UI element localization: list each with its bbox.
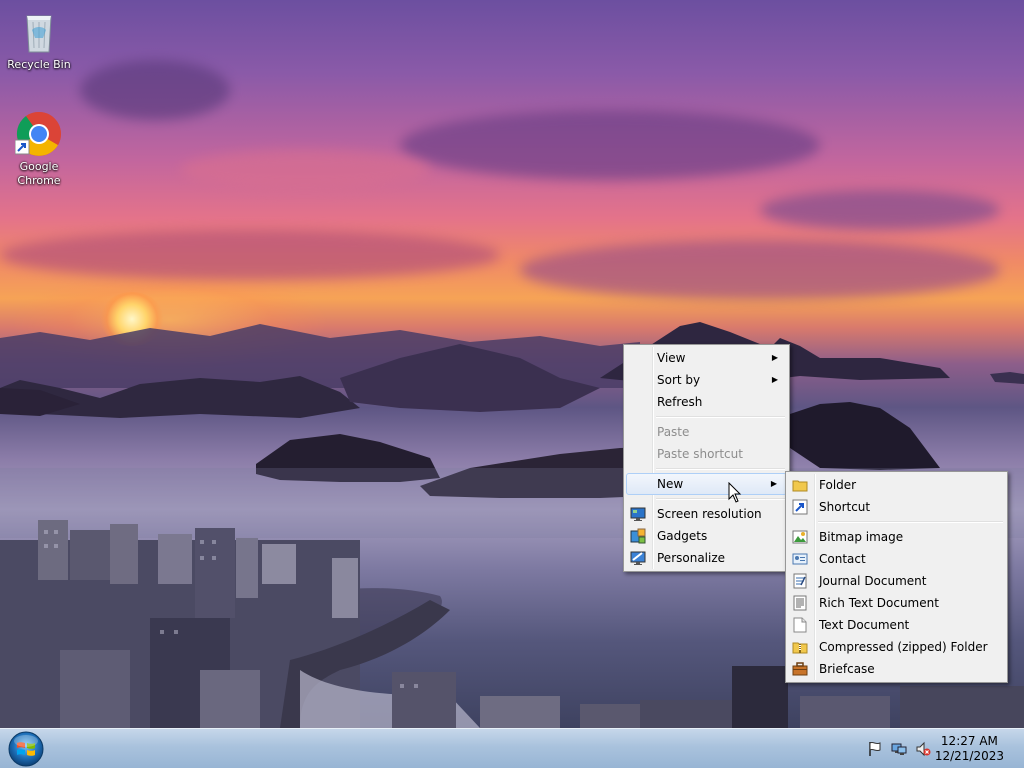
- menu-item-label: Compressed (zipped) Folder: [819, 640, 988, 654]
- rich-text-document-icon: [792, 595, 808, 611]
- desktop-context-menu: View ▶ Sort by ▶ Refresh Paste Paste sho…: [623, 344, 790, 572]
- text-document-icon: [792, 617, 808, 633]
- menu-separator: [656, 468, 785, 470]
- clock-date: 12/21/2023: [934, 749, 1004, 763]
- menu-item-label: Refresh: [657, 395, 703, 409]
- desktop-icon-label: Google Chrome: [17, 160, 61, 187]
- menu-item-label: Personalize: [657, 551, 726, 565]
- cloud: [80, 60, 230, 120]
- desktop-icon-google-chrome[interactable]: Google Chrome: [3, 110, 75, 188]
- menu-item-label: Folder: [819, 478, 857, 492]
- menu-item-label: Text Document: [819, 618, 910, 632]
- menu-item-new-shortcut[interactable]: Shortcut: [788, 496, 1005, 518]
- menu-item-label: Paste shortcut: [657, 447, 743, 461]
- menu-item-view[interactable]: View ▶: [626, 347, 787, 369]
- menu-item-new-text-document[interactable]: Text Document: [788, 614, 1005, 636]
- briefcase-icon: [792, 661, 808, 677]
- network-icon[interactable]: [891, 741, 907, 757]
- cloud: [180, 150, 430, 190]
- submenu-arrow-icon: ▶: [771, 375, 778, 384]
- menu-item-label: Journal Document: [819, 574, 927, 588]
- gadgets-icon: [630, 528, 646, 544]
- cloud: [0, 230, 500, 280]
- menu-item-label: Screen resolution: [657, 507, 762, 521]
- volume-muted-icon[interactable]: [915, 741, 931, 757]
- menu-item-new[interactable]: New ▶: [626, 473, 787, 495]
- clock-time: 12:27 AM: [940, 734, 998, 748]
- chrome-icon: [14, 110, 63, 158]
- taskbar: 12:27 AM 12/21/2023: [0, 728, 1024, 768]
- cloud: [520, 240, 1000, 300]
- zip-folder-icon: [792, 639, 808, 655]
- mouse-cursor-icon: [728, 482, 742, 503]
- menu-item-new-compressed-folder[interactable]: Compressed (zipped) Folder: [788, 636, 1005, 658]
- cloud: [760, 190, 1000, 230]
- menu-item-sort-by[interactable]: Sort by ▶: [626, 369, 787, 391]
- menu-item-personalize[interactable]: Personalize: [626, 547, 787, 569]
- journal-document-icon: [792, 573, 808, 589]
- menu-separator: [656, 416, 785, 418]
- menu-item-gadgets[interactable]: Gadgets: [626, 525, 787, 547]
- cloud: [400, 110, 820, 180]
- menu-item-screen-resolution[interactable]: Screen resolution: [626, 503, 787, 525]
- taskbar-clock[interactable]: 12:27 AM 12/21/2023: [935, 734, 1004, 764]
- menu-item-label: Gadgets: [657, 529, 708, 543]
- recycle-bin-icon: [15, 8, 63, 56]
- menu-item-label: Contact: [819, 552, 866, 566]
- submenu-arrow-icon: ▶: [770, 479, 777, 488]
- menu-item-new-briefcase[interactable]: Briefcase: [788, 658, 1005, 680]
- menu-item-label: Paste: [657, 425, 690, 439]
- menu-item-new-folder[interactable]: Folder: [788, 474, 1005, 496]
- menu-item-label: Shortcut: [819, 500, 871, 514]
- menu-item-label: Rich Text Document: [819, 596, 939, 610]
- action-center-flag-icon[interactable]: [867, 741, 883, 757]
- menu-item-paste-shortcut: Paste shortcut: [626, 443, 787, 465]
- menu-item-new-rich-text-document[interactable]: Rich Text Document: [788, 592, 1005, 614]
- menu-item-paste: Paste: [626, 421, 787, 443]
- new-submenu: Folder Shortcut Bitmap image Contact Jou…: [785, 471, 1008, 683]
- windows-logo-icon: [8, 731, 44, 767]
- menu-separator: [656, 498, 785, 500]
- monitor-icon: [630, 506, 646, 522]
- desktop-icon-recycle-bin[interactable]: Recycle Bin: [3, 8, 75, 72]
- start-button[interactable]: [6, 731, 46, 767]
- menu-item-label: View: [657, 351, 686, 365]
- menu-item-label: New: [657, 477, 684, 491]
- menu-item-label: Sort by: [657, 373, 701, 387]
- menu-item-new-bitmap-image[interactable]: Bitmap image: [788, 526, 1005, 548]
- desktop-icon-label: Recycle Bin: [7, 58, 71, 71]
- menu-item-new-contact[interactable]: Contact: [788, 548, 1005, 570]
- shortcut-icon: [792, 499, 808, 515]
- menu-separator: [818, 521, 1003, 523]
- menu-item-new-journal-document[interactable]: Journal Document: [788, 570, 1005, 592]
- bitmap-image-icon: [792, 529, 808, 545]
- menu-item-label: Briefcase: [819, 662, 875, 676]
- personalize-icon: [630, 550, 646, 566]
- menu-item-refresh[interactable]: Refresh: [626, 391, 787, 413]
- folder-icon: [792, 477, 808, 493]
- contact-icon: [792, 551, 808, 567]
- menu-item-label: Bitmap image: [819, 530, 904, 544]
- submenu-arrow-icon: ▶: [771, 353, 778, 362]
